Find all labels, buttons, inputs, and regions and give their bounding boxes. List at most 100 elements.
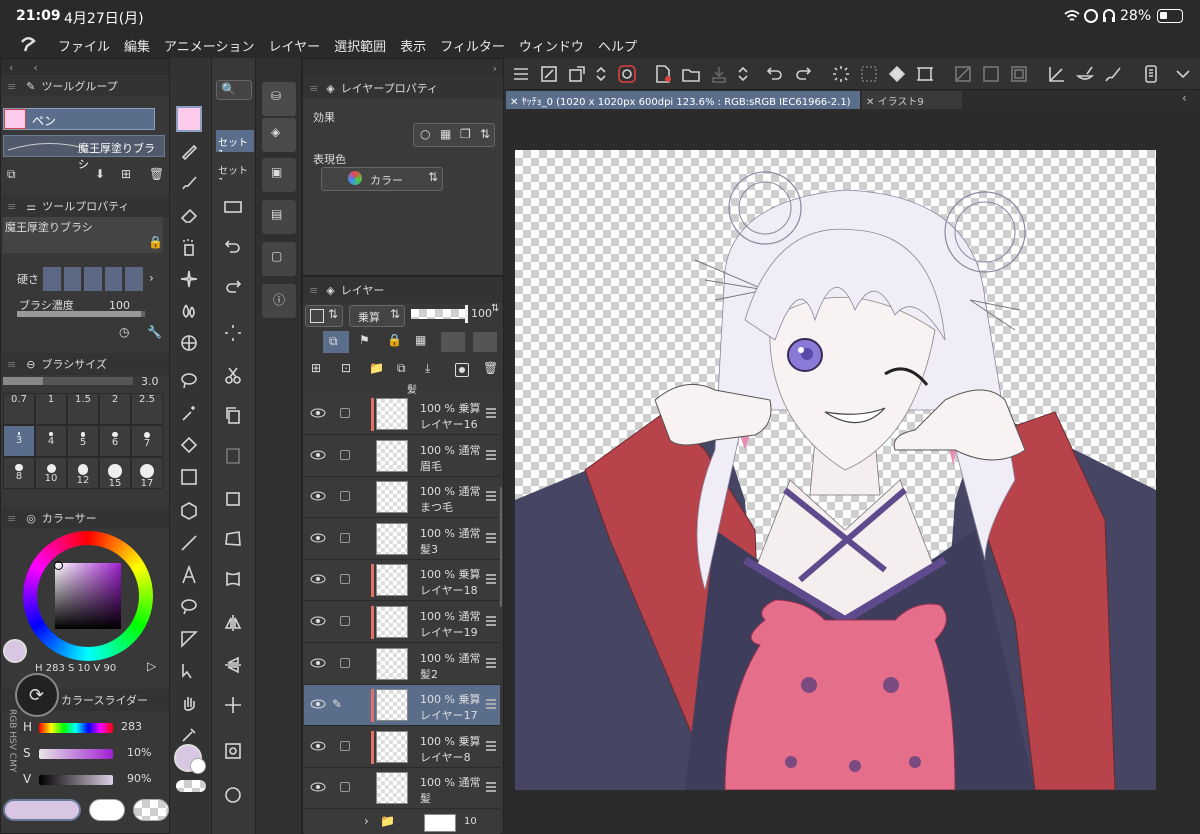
brush-size-preset[interactable]: 4 (35, 425, 67, 457)
fill-tool-icon[interactable] (176, 432, 202, 458)
nav-navigator-button[interactable]: ⛁ (262, 82, 296, 116)
eye-icon[interactable] (310, 573, 326, 585)
set-tab-2[interactable]: セット1 (216, 158, 254, 180)
grip-icon[interactable]: ≡ (7, 80, 16, 93)
play-icon[interactable]: ▷ (147, 659, 156, 673)
save-icon[interactable] (706, 61, 732, 87)
menu-window[interactable]: ウィンドウ (519, 36, 584, 55)
brush-size-preset[interactable]: 0.7 (3, 393, 35, 425)
opacity-stepper-icon[interactable]: ⇅ (491, 303, 499, 314)
hue-slider[interactable] (39, 723, 113, 733)
mesh-transform-icon[interactable] (220, 566, 246, 592)
layer-row[interactable]: 100 % 通常 レイヤー19 (304, 602, 500, 643)
hardness-step[interactable] (104, 267, 123, 291)
layer-drag-handle-icon[interactable] (486, 740, 496, 751)
layer-folder-row[interactable]: › 📁 10 (304, 812, 500, 834)
rgb-tab[interactable]: RGB (7, 709, 17, 728)
hardness-step[interactable] (43, 267, 61, 291)
canvas-tab-inactive[interactable]: ✕ イラスト9 (862, 91, 962, 109)
grip-4-icon[interactable]: ≡ (7, 512, 16, 525)
clip-below-button[interactable]: ⧉ (323, 331, 349, 353)
menu-animation[interactable]: アニメーション (164, 36, 254, 55)
brush-size-preset[interactable]: 6 (99, 425, 131, 457)
layer-color-select[interactable]: ⇅ (305, 305, 343, 327)
line-tool-icon[interactable] (176, 530, 202, 556)
fill-bucket-icon[interactable] (884, 61, 910, 87)
chevron-updown-2-icon[interactable] (730, 61, 756, 87)
smartphone-icon[interactable] (1138, 61, 1164, 87)
expression-color-select[interactable]: カラー ⇅ (321, 167, 443, 191)
opacity-slider[interactable] (411, 305, 468, 323)
fill-selection-icon[interactable] (978, 61, 1004, 87)
lock-icon[interactable]: 🔒 (148, 235, 163, 249)
menu-view[interactable]: 表示 (400, 36, 426, 55)
free-transform-icon[interactable] (220, 526, 246, 552)
border-selection-icon[interactable] (1006, 61, 1032, 87)
eye-icon[interactable] (310, 781, 326, 793)
menu-selection[interactable]: 選択範囲 (334, 36, 386, 55)
nav-layers-button[interactable]: ◈ (262, 118, 296, 152)
layer-drag-handle-icon[interactable] (486, 532, 496, 543)
eye-icon[interactable] (310, 532, 326, 544)
current-color-swatch[interactable] (3, 639, 27, 663)
eye-icon[interactable] (310, 407, 326, 419)
layer-drag-handle-icon[interactable] (486, 699, 496, 710)
layer-row[interactable]: 100 % 乗算 レイヤー16 (304, 394, 500, 435)
layer-drag-handle-icon[interactable] (486, 449, 496, 460)
transparent-color-chip[interactable] (133, 799, 169, 821)
color-model-tabs[interactable]: RGB HSV CMY (3, 709, 17, 799)
hardness-step[interactable] (63, 267, 82, 291)
blend-mode-select[interactable]: 乗算 ⇅ (349, 305, 405, 327)
menu-file[interactable]: ファイル (58, 36, 110, 55)
grip-2-icon[interactable]: ≡ (7, 200, 16, 213)
operation-tool-icon[interactable] (176, 658, 202, 684)
layer-mask-icon[interactable] (455, 363, 469, 377)
rotate-canvas-button[interactable]: ⟳ (15, 673, 59, 717)
brush-size-preset[interactable]: 5 (67, 425, 99, 457)
density-slider[interactable] (17, 311, 145, 317)
brush-size-preset[interactable]: 2 (99, 393, 131, 425)
close-tab-icon[interactable]: ✕ (510, 97, 518, 108)
layer-row[interactable]: 100 % 通常 髪2 (304, 643, 500, 685)
layer-drag-handle-icon[interactable] (486, 408, 496, 418)
airbrush-tool-icon[interactable] (176, 234, 202, 260)
eye-icon[interactable] (310, 698, 326, 710)
pen-tool-button[interactable] (176, 106, 202, 132)
reference-layer-icon[interactable]: ⚑ (359, 333, 370, 347)
brush-size-preset[interactable]: 10 (35, 457, 67, 489)
set-tab-1[interactable]: セット1 (216, 130, 254, 152)
balloon-tool-icon[interactable] (176, 594, 202, 620)
gradient-tool-icon[interactable] (176, 464, 202, 490)
tool-property-brush[interactable]: 魔王厚塗りブラシ 🔒 (3, 217, 163, 253)
layer-row[interactable]: ✎ 100 % 乗算 レイヤー17 (304, 685, 500, 727)
effect-chevron-icon[interactable]: ⇅ (480, 127, 490, 141)
lock-layer-icon[interactable]: 🔒 (387, 333, 402, 347)
flip-horizontal-icon[interactable] (220, 610, 246, 636)
copy-icon[interactable] (220, 402, 246, 428)
grip-5-icon[interactable]: ≡ (309, 82, 318, 95)
undo-side-icon[interactable] (220, 234, 246, 260)
search-button[interactable]: 🔍 (216, 80, 252, 100)
layer-row[interactable]: 100 % 通常 髪3 (304, 518, 500, 560)
brush-tool-icon[interactable] (176, 170, 202, 196)
layer-drag-handle-icon[interactable] (486, 657, 496, 668)
border-effect-icon[interactable]: ○ (420, 127, 430, 141)
brush-size-preset[interactable]: 1 (35, 393, 67, 425)
layer-select-checkbox[interactable] (340, 782, 350, 793)
clip-studio-assets-icon[interactable] (614, 61, 640, 87)
blend-tool-icon[interactable] (176, 298, 202, 324)
sub-color-chip[interactable] (89, 799, 125, 821)
menu-edit[interactable]: 編集 (124, 36, 150, 55)
cut-icon[interactable] (220, 362, 246, 388)
sv-picker[interactable] (54, 561, 63, 570)
color-mix-icon[interactable] (1072, 61, 1098, 87)
new-raster-layer-icon[interactable]: ⊞ (311, 361, 321, 375)
pencil-tool-icon[interactable] (176, 138, 202, 164)
brush-size-preset[interactable]: 7 (131, 425, 163, 457)
lasso-tool-icon[interactable] (176, 368, 202, 394)
brush-settings-icon[interactable] (1100, 61, 1126, 87)
layer-select-checkbox[interactable] (340, 740, 350, 751)
clip-studio-logo-icon[interactable] (18, 34, 38, 54)
menu-help[interactable]: ヘルプ (598, 36, 637, 55)
flip-vertical-icon[interactable] (220, 652, 246, 678)
